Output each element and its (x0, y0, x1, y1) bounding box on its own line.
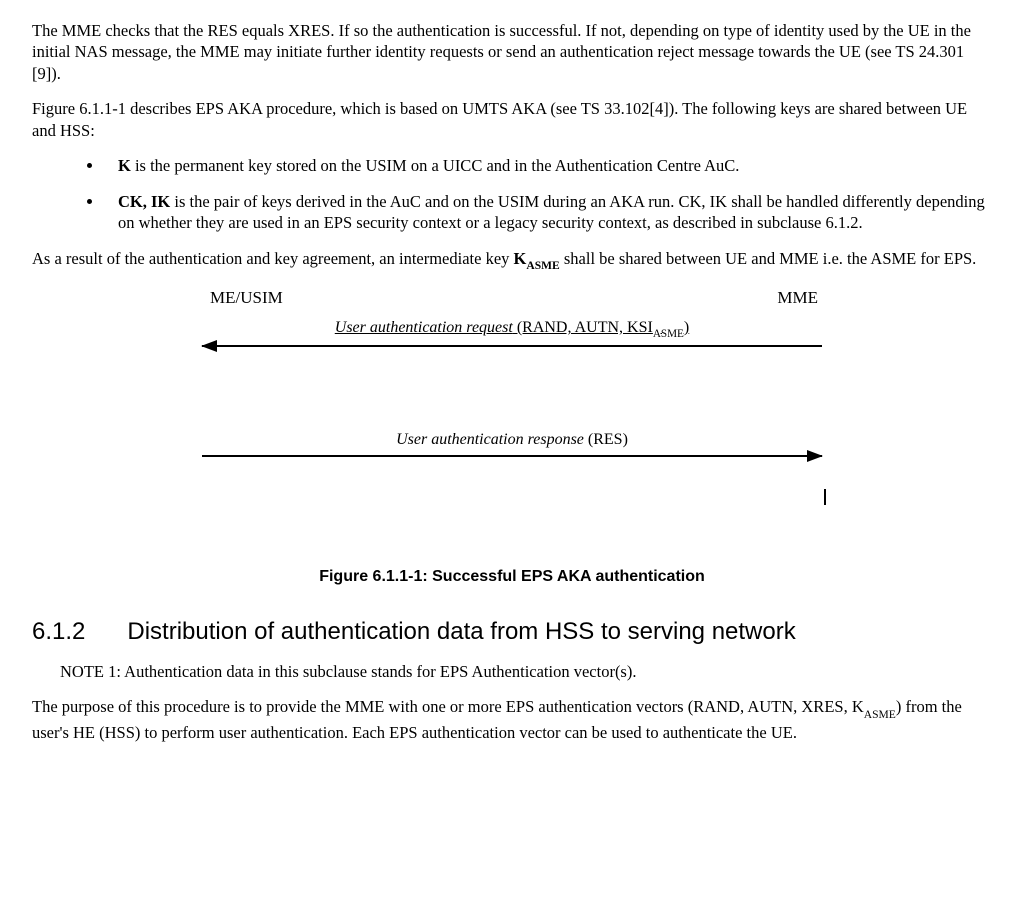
paragraph: Figure 6.1.1-1 describes EPS AKA procedu… (32, 98, 992, 141)
key-k: K (118, 156, 131, 175)
arrow-auth-response: User authentication response (RES) (202, 455, 822, 457)
text: ASME (864, 709, 896, 721)
text: shall be shared between UE and MME i.e. … (560, 249, 977, 268)
paragraph: The purpose of this procedure is to prov… (32, 696, 992, 743)
arrow-head-left-icon (201, 340, 217, 352)
arrow-line-icon (202, 455, 822, 457)
text: (RES) (584, 431, 628, 448)
text: ASME (653, 328, 684, 340)
tick-mark-icon (824, 489, 826, 505)
arrow-label: User authentication request (RAND, AUTN,… (202, 318, 822, 341)
figure-caption: Figure 6.1.1-1: Successful EPS AKA authe… (32, 567, 992, 588)
sequence-diagram: ME/USIM MME User authentication request … (202, 287, 822, 537)
section-title: Distribution of authentication data from… (127, 616, 795, 647)
text: is the pair of keys derived in the AuC a… (118, 192, 985, 232)
arrow-label: User authentication response (RES) (202, 430, 822, 451)
text: As a result of the authentication and ke… (32, 249, 514, 268)
section-heading: 6.1.2 Distribution of authentication dat… (32, 616, 992, 647)
arrow-auth-request: User authentication request (RAND, AUTN,… (202, 345, 822, 347)
diagram-actor-me-usim: ME/USIM (210, 287, 283, 309)
text: is the permanent key stored on the USIM … (131, 156, 740, 175)
text: The purpose of this procedure is to prov… (32, 697, 864, 716)
section-number: 6.1.2 (32, 616, 85, 647)
paragraph: As a result of the authentication and ke… (32, 248, 992, 273)
note-1: NOTE 1: Authentication data in this subc… (60, 661, 992, 682)
key-ck-ik: CK, IK (118, 192, 170, 211)
key-kasme: KASME (514, 249, 560, 268)
paragraph: The MME checks that the RES equals XRES.… (32, 20, 992, 84)
list-item: K is the permanent key stored on the USI… (104, 155, 992, 176)
text: User authentication response (396, 431, 584, 448)
text: ) (684, 319, 689, 336)
bullet-list: K is the permanent key stored on the USI… (32, 155, 992, 233)
text: (RAND, AUTN, KSI (513, 319, 653, 336)
list-item: CK, IK is the pair of keys derived in th… (104, 191, 992, 234)
arrow-head-right-icon (807, 450, 823, 462)
diagram-actor-mme: MME (777, 287, 818, 309)
text: User authentication request (335, 319, 513, 336)
arrow-line-icon (202, 345, 822, 347)
